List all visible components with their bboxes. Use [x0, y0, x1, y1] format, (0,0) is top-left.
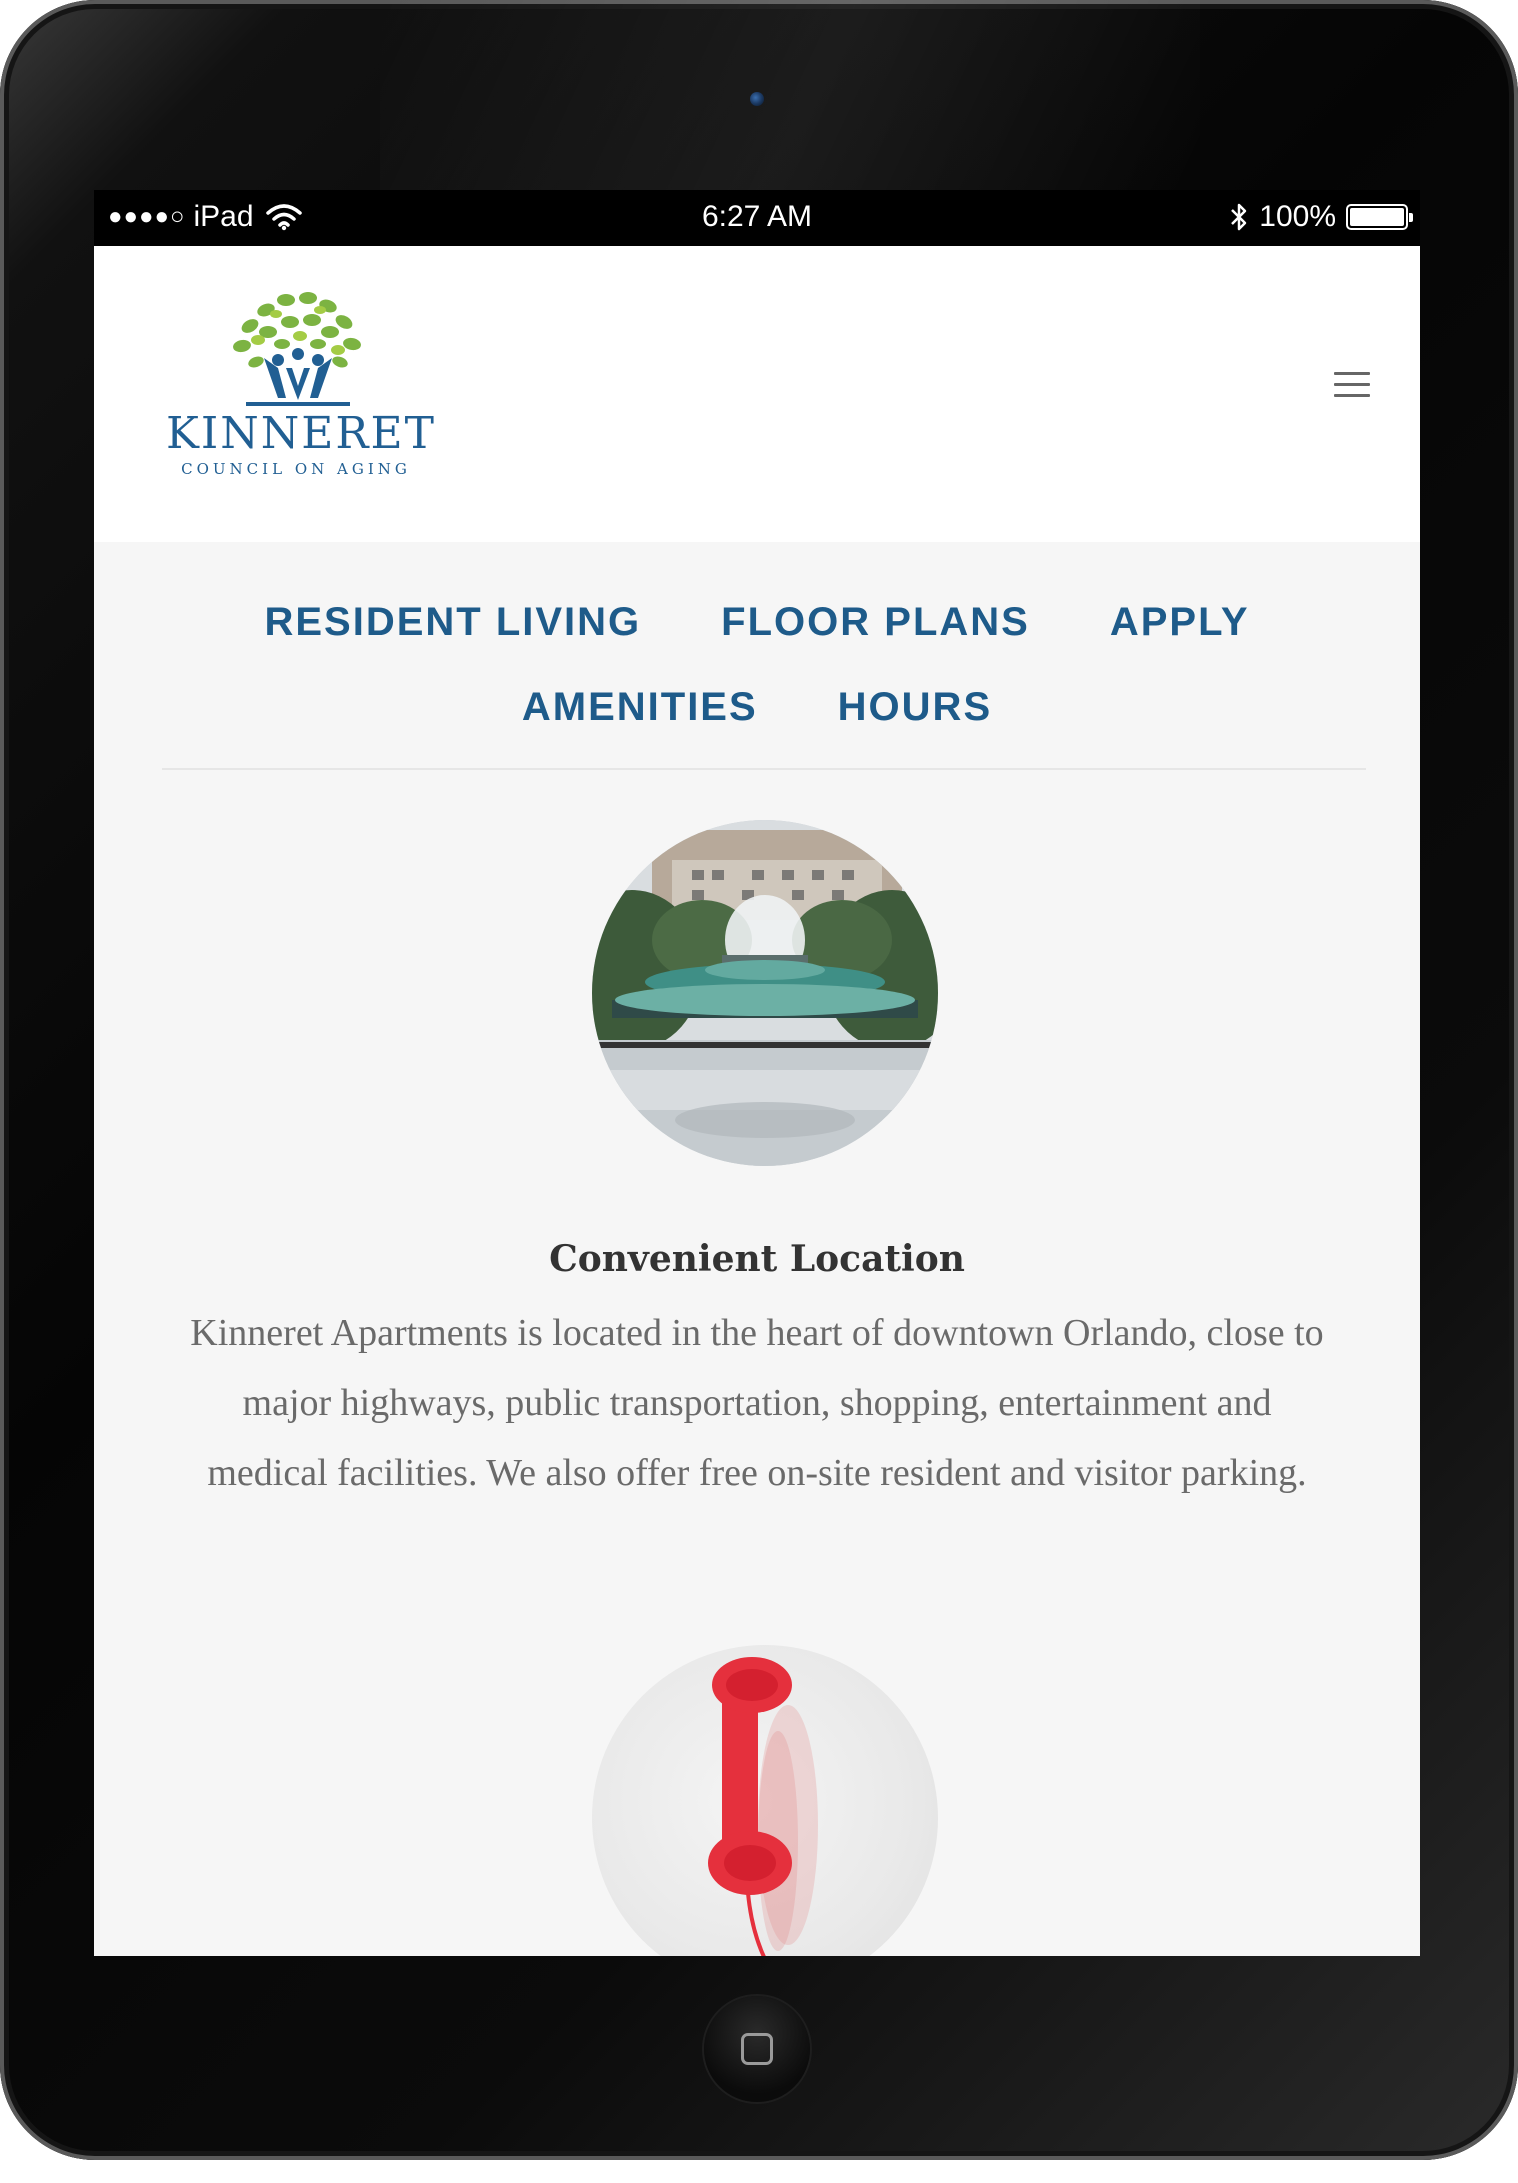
nav-row-1: RESIDENT LIVING FLOOR PLANS APPLY	[94, 600, 1420, 645]
nav-divider	[162, 768, 1366, 770]
status-bar: ●●●●○ iPad 6:27 AM 100%	[94, 190, 1420, 246]
bluetooth-icon	[1231, 203, 1247, 231]
fountain-image	[592, 820, 938, 1166]
feature-text: Kinneret Apartments is located in the he…	[190, 1312, 1324, 1494]
screen: ●●●●○ iPad 6:27 AM 100% KINNERET COUNCIL…	[94, 190, 1420, 1956]
site-header: KINNERET COUNCIL ON AGING	[94, 246, 1420, 542]
home-icon	[741, 2033, 773, 2065]
feature-title: Convenient Location	[549, 1238, 965, 1280]
front-camera	[750, 92, 764, 106]
status-time: 6:27 AM	[701, 200, 813, 233]
nav-apply[interactable]: APPLY	[1110, 600, 1250, 645]
logo-subtitle: COUNCIL ON AGING	[181, 460, 411, 478]
nav-resident-living[interactable]: RESIDENT LIVING	[264, 600, 641, 645]
telephone-image	[592, 1645, 938, 1956]
kinneret-logo[interactable]: KINNERET COUNCIL ON AGING	[166, 288, 436, 488]
status-right: 100%	[1229, 200, 1413, 234]
home-button[interactable]	[704, 1996, 810, 2102]
battery-icon	[1346, 204, 1413, 230]
tree-logo-icon	[233, 292, 361, 406]
main-nav: RESIDENT LIVING FLOOR PLANS APPLY AMENIT…	[94, 542, 1420, 770]
ipad-frame: ●●●●○ iPad 6:27 AM 100% KINNERET COUNCIL…	[0, 0, 1518, 2160]
battery-percent: 100%	[1259, 200, 1336, 233]
hamburger-icon[interactable]	[1334, 372, 1370, 402]
nav-row-2: AMENITIES HOURS	[94, 685, 1420, 730]
nav-hours[interactable]: HOURS	[838, 685, 992, 730]
nav-amenities[interactable]: AMENITIES	[522, 685, 758, 730]
nav-floor-plans[interactable]: FLOOR PLANS	[721, 600, 1030, 645]
logo-name: KINNERET	[166, 408, 436, 459]
